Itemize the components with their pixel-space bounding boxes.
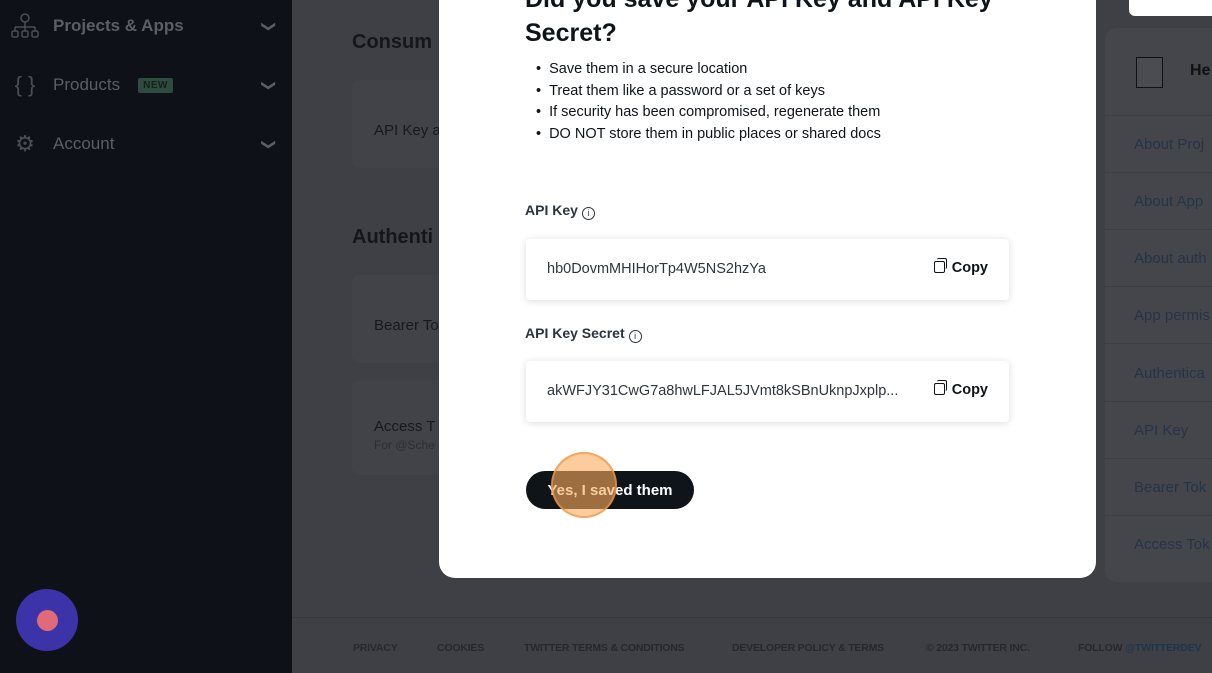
help-link[interactable]: About auth <box>1134 250 1207 267</box>
help-link[interactable]: Authentica <box>1134 365 1205 382</box>
help-link[interactable]: Access Tok <box>1134 536 1210 553</box>
footer-link-privacy[interactable]: PRIVACY <box>353 642 398 654</box>
card-title: Bearer To <box>374 317 439 334</box>
sidebar-item-label: Projects & Apps <box>53 16 184 35</box>
follow-text: FOLLOW <box>1078 642 1126 654</box>
api-key-value: hb0DovmMHIHorTp4W5NS2hzYa <box>547 261 766 277</box>
record-icon <box>37 610 58 631</box>
card-title: Access T <box>374 418 436 435</box>
copy-icon <box>933 380 947 395</box>
info-icon[interactable]: i <box>628 330 642 343</box>
gear-icon: ⚙ <box>15 131 35 156</box>
card-access-token: Access T For @Sche <box>352 380 452 475</box>
help-link[interactable]: API Key <box>1134 422 1188 439</box>
dialog-title: Did you save your API Key and API Key Se… <box>525 0 993 47</box>
sidebar-item-label: Account <box>53 134 115 153</box>
top-right-control[interactable] <box>1129 0 1212 16</box>
section-title-consumer-keys: Consum <box>352 31 432 53</box>
tip-item: Treat them like a password or a set of k… <box>538 81 881 103</box>
card-subtitle: For @Sche <box>374 438 435 452</box>
api-key-label-text: API Key <box>525 202 578 218</box>
tip-item: If security has been compromised, regene… <box>538 102 881 124</box>
sitemap-icon <box>10 11 40 41</box>
document-icon <box>1136 57 1163 88</box>
card-api-key: API Key a <box>352 80 452 168</box>
tip-item: DO NOT store them in public places or sh… <box>538 124 881 146</box>
copy-label: Copy <box>951 260 988 276</box>
copyright: © 2023 TWITTER INC. <box>926 642 1030 654</box>
chevron-down-icon[interactable]: ❯ <box>261 138 278 150</box>
sidebar: Projects & Apps ❯ { } Products NEW ❯ ⚙ A… <box>0 0 292 673</box>
tip-item: Save them in a secure location <box>538 59 881 81</box>
new-badge: NEW <box>138 77 173 93</box>
footer-follow-link[interactable]: FOLLOW @TWITTERDEV <box>1078 642 1202 654</box>
footer-link-terms[interactable]: TWITTER TERMS & CONDITIONS <box>524 642 685 654</box>
api-key-label: API Key i <box>525 202 595 220</box>
help-link[interactable]: About Proj <box>1134 136 1204 153</box>
braces-icon: { } <box>14 72 36 97</box>
api-secret-field: akWFJY31CwG7a8hwLFJAL5JVmt8kSBnUknpJxplp… <box>526 361 1009 422</box>
copy-api-key-button[interactable]: Copy <box>933 258 988 276</box>
api-secret-label: API Key Secret i <box>525 325 642 343</box>
card-bearer-token: Bearer To <box>352 275 452 363</box>
help-title: He <box>1190 62 1211 79</box>
sidebar-item-projects-apps[interactable]: Projects & Apps ❯ <box>10 11 278 41</box>
api-secret-label-text: API Key Secret <box>525 325 625 341</box>
copy-api-secret-button[interactable]: Copy <box>933 380 988 398</box>
help-link[interactable]: Bearer Tok <box>1134 479 1206 496</box>
info-icon[interactable]: i <box>581 207 595 220</box>
tips-list: Save them in a secure location Treat the… <box>538 59 881 145</box>
chevron-down-icon[interactable]: ❯ <box>261 20 278 32</box>
card-title: API Key a <box>374 122 441 139</box>
footer-link-developer-policy[interactable]: DEVELOPER POLICY & TERMS <box>732 642 884 654</box>
save-keys-dialog: Did you save your API Key and API Key Se… <box>439 0 1096 578</box>
help-link[interactable]: App permis <box>1134 307 1210 324</box>
sidebar-item-account[interactable]: ⚙ Account ❯ <box>10 129 278 159</box>
api-key-field: hb0DovmMHIHorTp4W5NS2hzYa Copy <box>526 239 1009 300</box>
api-secret-value: akWFJY31CwG7a8hwLFJAL5JVmt8kSBnUknpJxplp… <box>547 383 899 399</box>
click-highlight <box>551 452 617 518</box>
sidebar-item-products[interactable]: { } Products NEW ❯ <box>10 70 278 100</box>
sidebar-item-label: Products <box>53 75 121 94</box>
copy-icon <box>933 258 947 273</box>
footer: PRIVACY COOKIES TWITTER TERMS & CONDITIO… <box>292 617 1212 673</box>
help-panel: He About Proj About App About auth App p… <box>1105 28 1212 582</box>
follow-handle: @TWITTERDEV <box>1125 642 1202 654</box>
copy-label: Copy <box>951 382 988 398</box>
section-title-authentication: Authenti <box>352 226 434 248</box>
help-link[interactable]: About App <box>1134 193 1203 210</box>
footer-link-cookies[interactable]: COOKIES <box>437 642 484 654</box>
record-button[interactable] <box>16 589 78 651</box>
chevron-down-icon[interactable]: ❯ <box>261 79 278 91</box>
